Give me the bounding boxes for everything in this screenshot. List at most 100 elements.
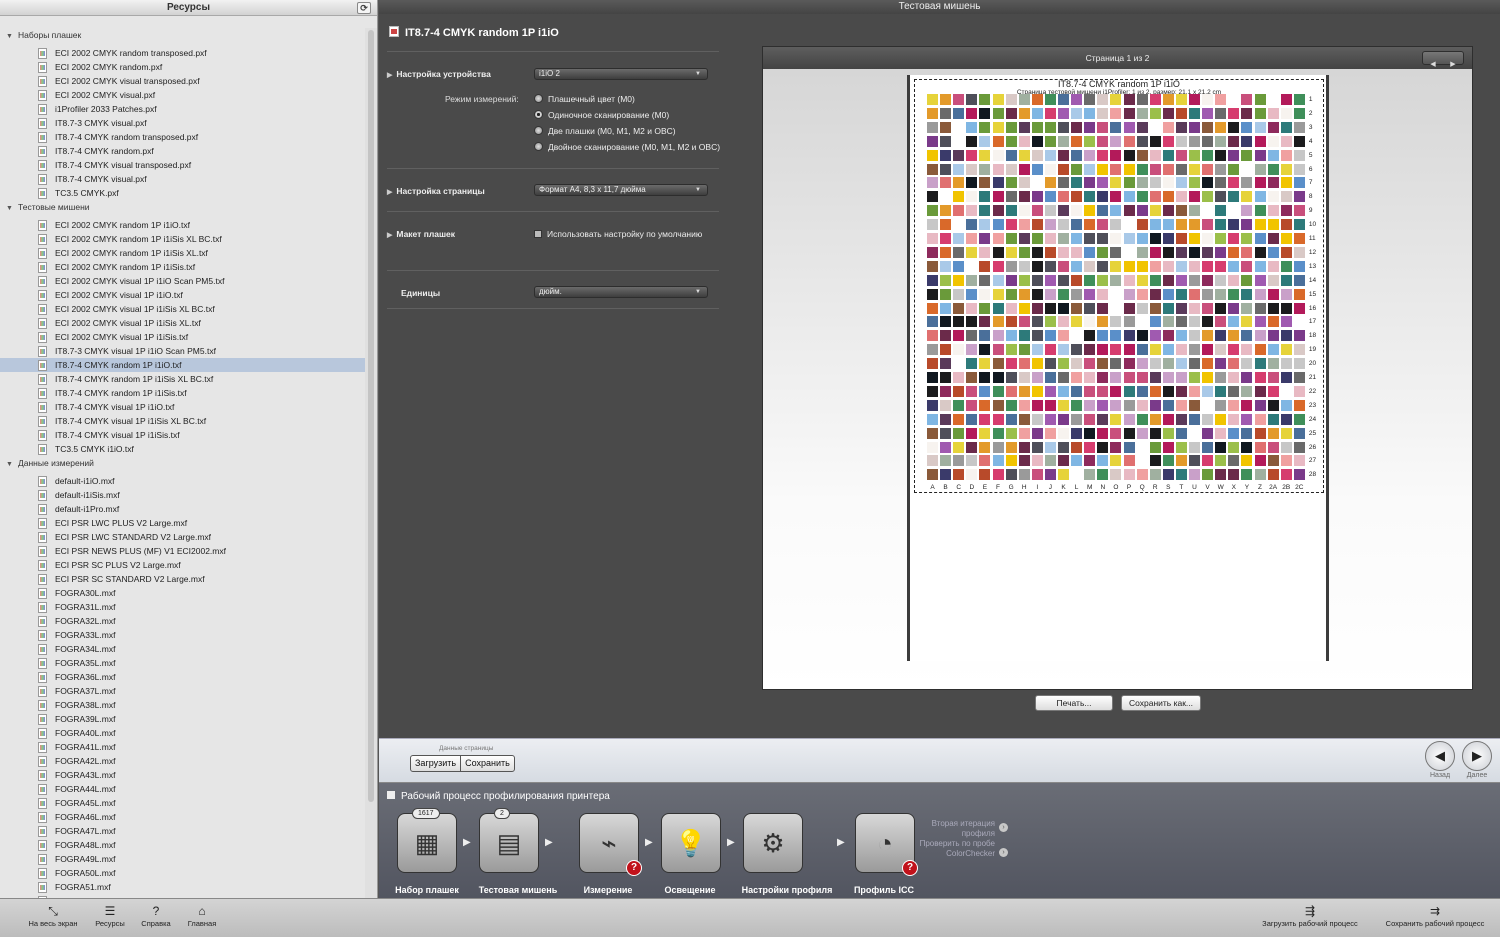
tree-file-item[interactable]: ECI 2002 CMYK visual transposed.pxf	[0, 74, 366, 88]
page-section-toggle[interactable]: ▶ Настройка страницы	[387, 186, 485, 196]
disclosure-triangle-icon[interactable]: ▼	[6, 202, 18, 216]
tree-file-item[interactable]: IT8.7-4 CMYK random.pxf	[0, 144, 366, 158]
mode-option[interactable]: Две плашки (M0, M1, M2 и OBC)	[534, 125, 676, 137]
tree-group[interactable]: ▼ Данные измерений	[0, 456, 366, 470]
tree-file-item[interactable]: ECI 2002 CMYK visual 1P i1iO Scan PM5.tx…	[0, 274, 366, 288]
save-page-data-button[interactable]: Сохранить	[460, 756, 514, 771]
tree-file-item[interactable]: IT8.7-4 CMYK visual 1P i1iSis.txf	[0, 428, 366, 442]
layout-section-toggle[interactable]: ▶ Макет плашек	[387, 229, 455, 239]
tree-file-item[interactable]: ECI PSR LWC STANDARD V2 Large.mxf	[0, 530, 366, 544]
tree-file-item[interactable]: FOGRA34L.mxf	[0, 642, 366, 656]
tree-file-item[interactable]: TC3.5 CMYK i1iO.txf	[0, 442, 366, 456]
tree-file-item[interactable]: default-i1Pro.mxf	[0, 502, 366, 516]
tree-file-item[interactable]: FOGRA48L.mxf	[0, 838, 366, 852]
tree-file-item[interactable]: default-i1iSis.mxf	[0, 488, 366, 502]
tree-file-item[interactable]: ECI PSR NEWS PLUS (MF) V1 ECI2002.mxf	[0, 544, 366, 558]
tree-file-item[interactable]: FOGRA38L.mxf	[0, 698, 366, 712]
tree-file-item[interactable]: IT8.7-4 CMYK random transposed.pxf	[0, 130, 366, 144]
tree-file-item[interactable]: FOGRA50L.mxf	[0, 866, 366, 880]
tree-file-item[interactable]: ECI 2002 CMYK visual 1P i1iSis.txf	[0, 330, 366, 344]
tree-file-item[interactable]: ECI 2002 CMYK visual 1P i1iO.txf	[0, 288, 366, 302]
tree-file-item[interactable]: ECI 2002 CMYK random.pxf	[0, 60, 366, 74]
fullscreen-button[interactable]: ⤡ На весь экран	[22, 903, 84, 928]
save-as-button[interactable]: Сохранить как...	[1121, 695, 1201, 711]
tree-file-item[interactable]: IT8.7-4 CMYK visual transposed.pxf	[0, 158, 366, 172]
save-workflow-button[interactable]: ⇉ Сохранить рабочий процесс	[1376, 903, 1494, 928]
mode-option[interactable]: Одиночное сканирование (M0)	[534, 109, 669, 121]
default-layout-checkbox-row[interactable]: Использовать настройку по умолчанию	[534, 228, 702, 240]
disclosure-triangle-icon[interactable]: ▼	[6, 458, 18, 472]
tree-file-item[interactable]: FOGRA35L.mxf	[0, 656, 366, 670]
measurement-icon[interactable]: ⌁?	[579, 813, 642, 876]
tree-file-item[interactable]: FOGRA36L.mxf	[0, 670, 366, 684]
tree-file-item[interactable]: FOGRA31L.mxf	[0, 600, 366, 614]
disclosure-triangle-icon[interactable]: ▼	[6, 30, 18, 44]
arrow-circle-icon[interactable]: ›	[999, 848, 1008, 857]
tree-file-item[interactable]: ECI 2002 CMYK random 1P i1iSis XL.txf	[0, 246, 366, 260]
tree-file-item[interactable]: FOGRA49L.mxf	[0, 852, 366, 866]
load-workflow-button[interactable]: ⇶ Загрузить рабочий процесс	[1252, 903, 1368, 928]
device-section-toggle[interactable]: ▶ Настройка устройства	[387, 69, 491, 79]
scrollbar-thumb[interactable]	[368, 30, 374, 802]
tree-file-item[interactable]: IT8.7-4 CMYK visual 1P i1iSis XL BC.txf	[0, 414, 366, 428]
radio-button[interactable]	[534, 126, 543, 135]
colorchecker-link[interactable]: Проверить по пробе ColorChecker	[913, 839, 995, 859]
tree-file-item[interactable]: FOGRA37L.mxf	[0, 684, 366, 698]
profile-settings-icon[interactable]: ⚙	[743, 813, 803, 873]
tree-file-item[interactable]: ECI 2002 CMYK random 1P i1iO.txf	[0, 218, 366, 232]
arrow-circle-icon[interactable]: ›	[999, 823, 1008, 832]
radio-button[interactable]	[534, 110, 543, 119]
help-button[interactable]: ? Справка	[138, 903, 174, 928]
next-button[interactable]: ▶	[1462, 741, 1492, 771]
tree-file-item[interactable]: ECI 2002 CMYK random 1P i1iSis.txf	[0, 260, 366, 274]
tree-file-item[interactable]: TC3.5 CMYK.pxf	[0, 186, 366, 200]
tree-file-item[interactable]: ECI 2002 CMYK visual 1P i1iSis XL.txf	[0, 316, 366, 330]
tree-file-item[interactable]: IT8.7-4 CMYK random 1P i1iO.txf	[0, 358, 366, 372]
tree-file-item[interactable]: ECI 2002 CMYK visual.pxf	[0, 88, 366, 102]
tree-file-item[interactable]: FOGRA39L.mxf	[0, 712, 366, 726]
illumination-icon[interactable]: 💡	[661, 813, 721, 873]
icc-profile-icon[interactable]: ◔?	[855, 813, 918, 876]
tree-file-item[interactable]: FOGRA40L.mxf	[0, 726, 366, 740]
tree-file-item[interactable]: FOGRA42L.mxf	[0, 754, 366, 768]
radio-button[interactable]	[534, 94, 543, 103]
radio-button[interactable]	[534, 142, 543, 151]
tree-file-item[interactable]: FOGRA32L.mxf	[0, 614, 366, 628]
tree-file-item[interactable]: IT8.7-4 CMYK random 1P i1iSis.txf	[0, 386, 366, 400]
tree-file-item[interactable]: IT8.7-4 CMYK visual 1P i1iO.txf	[0, 400, 366, 414]
home-button[interactable]: ⌂ Главная	[183, 903, 221, 928]
tree-file-item[interactable]: FOGRA45L.mxf	[0, 796, 366, 810]
tree-file-item[interactable]: FOGRA51.mxf	[0, 880, 366, 894]
load-page-data-button[interactable]: Загрузить	[411, 756, 460, 771]
tree-file-item[interactable]: FOGRA47L.mxf	[0, 824, 366, 838]
print-button[interactable]: Печать...	[1035, 695, 1113, 711]
sidebar-scrollbar[interactable]	[365, 28, 377, 898]
page-size-popup[interactable]: Формат A4, 8,3 x 11,7 дюйма ▼	[534, 184, 708, 196]
tree-file-item[interactable]: i1Profiler 2033 Patches.pxf	[0, 102, 366, 116]
patch-set-icon[interactable]: ▦ 1617	[397, 808, 457, 873]
units-popup[interactable]: дюйм. ▼	[534, 286, 708, 298]
tree-file-item[interactable]: ECI 2002 CMYK random 1P i1iSis XL BC.txf	[0, 232, 366, 246]
second-iteration-link[interactable]: Вторая итерация профиля	[913, 819, 995, 839]
tree-file-item[interactable]: IT8.7-3 CMYK visual 1P i1iO Scan PM5.txf	[0, 344, 366, 358]
default-layout-checkbox[interactable]	[534, 230, 542, 238]
refresh-icon[interactable]: ⟳	[357, 2, 371, 14]
tree-file-item[interactable]: default-i1iO.mxf	[0, 474, 366, 488]
tree-file-item[interactable]: FOGRA33L.mxf	[0, 628, 366, 642]
tree-file-item[interactable]: ECI PSR SC PLUS V2 Large.mxf	[0, 558, 366, 572]
tree-file-item[interactable]: ECI 2002 CMYK random transposed.pxf	[0, 46, 366, 60]
tree-file-item[interactable]: ECI PSR LWC PLUS V2 Large.mxf	[0, 516, 366, 530]
tree-file-item[interactable]: ECI 2002 CMYK visual 1P i1iSis XL BC.txf	[0, 302, 366, 316]
tree-file-item[interactable]: ECI PSR SC STANDARD V2 Large.mxf	[0, 572, 366, 586]
tree-file-item[interactable]: FOGRA44L.mxf	[0, 782, 366, 796]
tree-file-item[interactable]: FOGRA43L.mxf	[0, 768, 366, 782]
tree-group[interactable]: ▼ Наборы плашек	[0, 28, 366, 42]
device-popup[interactable]: i1iO 2 ▼	[534, 68, 708, 80]
tree-file-item[interactable]: IT8.7-3 CMYK visual.pxf	[0, 116, 366, 130]
mode-option[interactable]: Двойное сканирование (M0, M1, M2 и OBC)	[534, 141, 720, 153]
tree-file-item[interactable]: FOGRA41L.mxf	[0, 740, 366, 754]
test-chart-icon[interactable]: ▤ 2	[479, 808, 539, 873]
tree-file-item[interactable]: FOGRA46L.mxf	[0, 810, 366, 824]
tree-file-item[interactable]: FOGRA30L.mxf	[0, 586, 366, 600]
mode-option[interactable]: Плашечный цвет (M0)	[534, 93, 635, 105]
